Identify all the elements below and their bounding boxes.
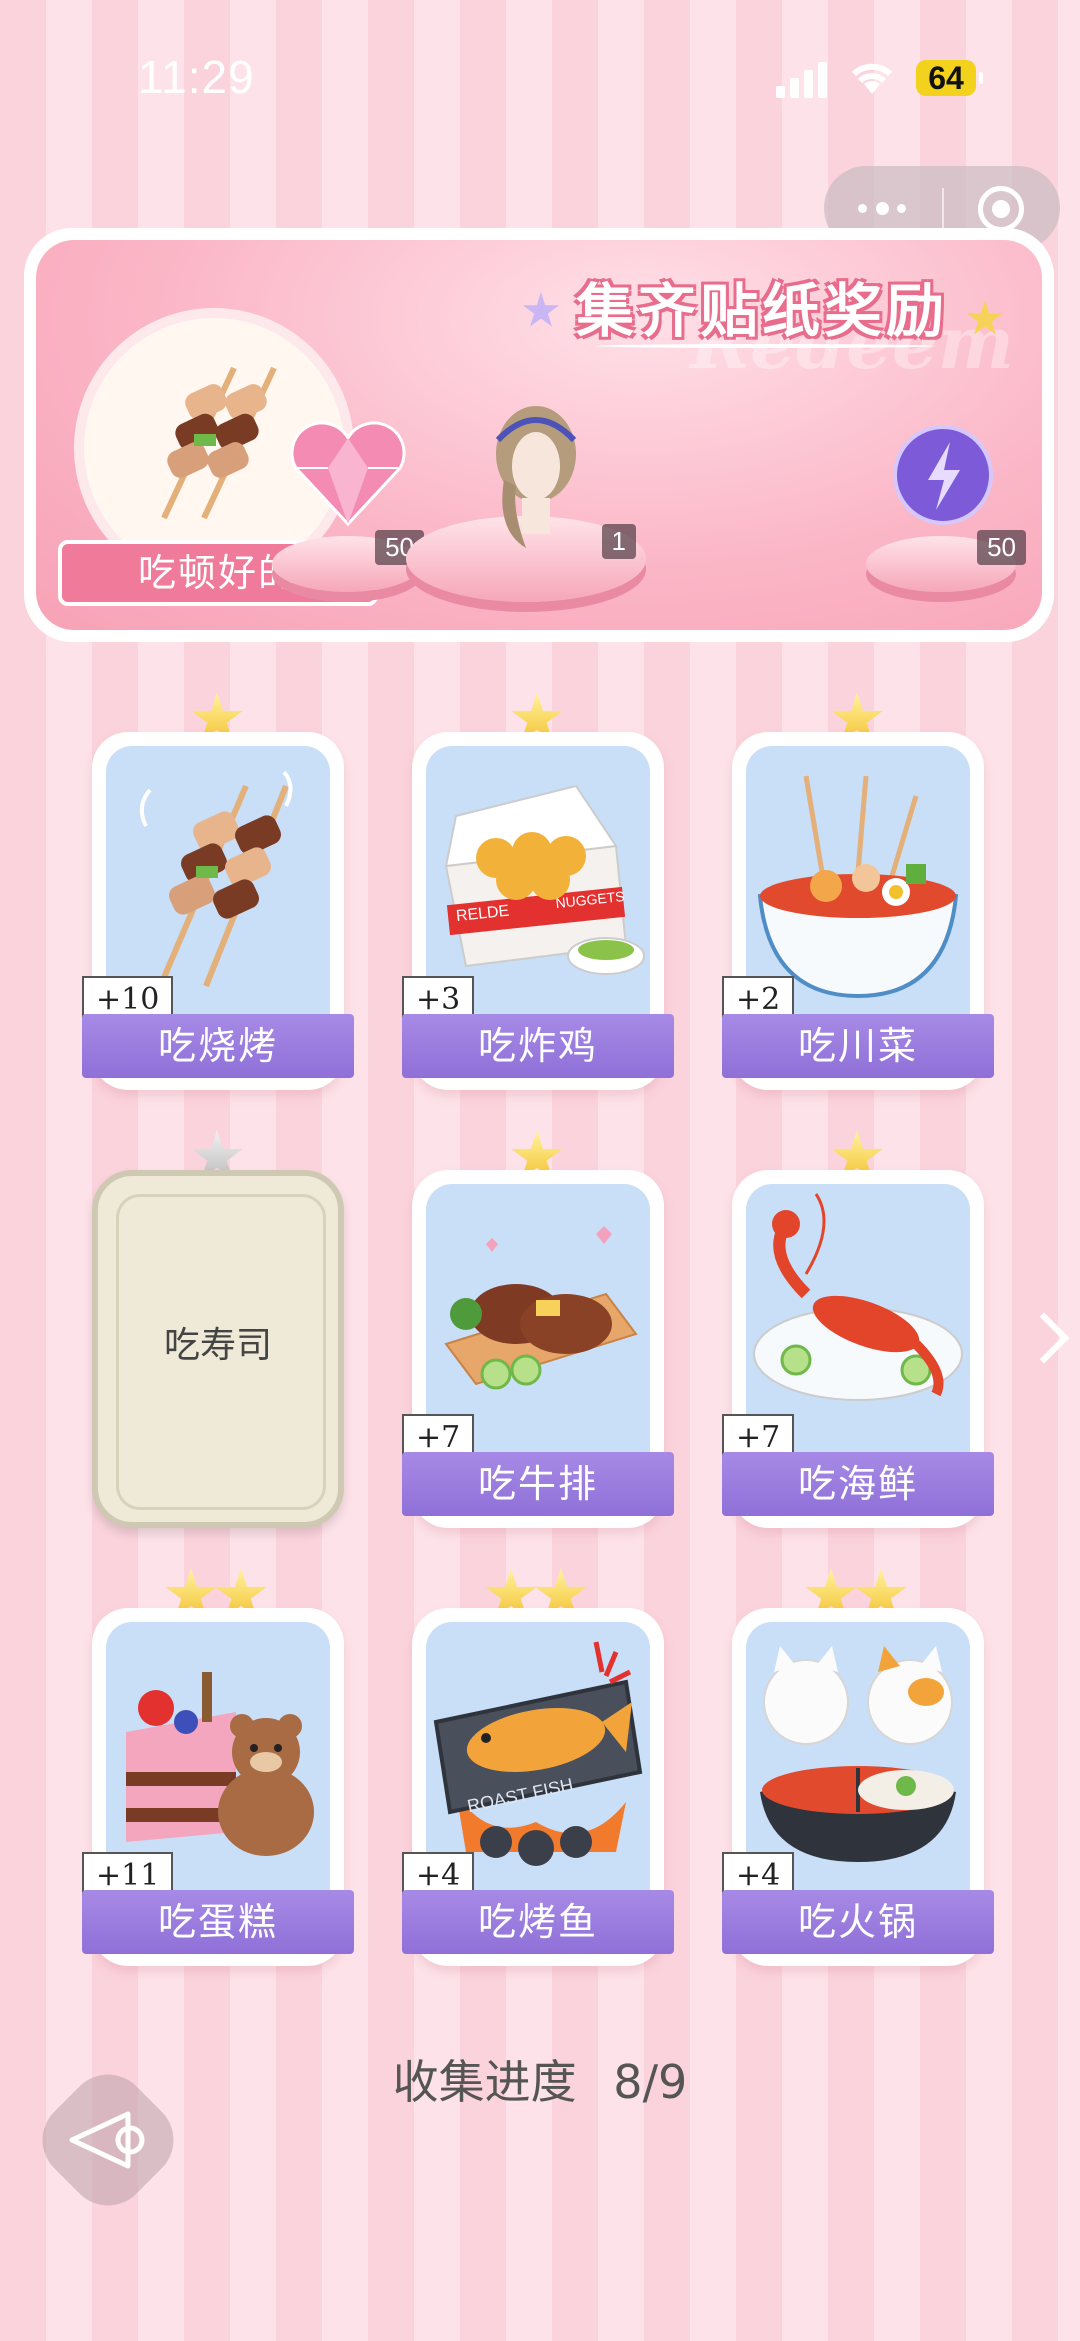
reward-item-3[interactable]: 50: [866, 420, 1026, 570]
skewers-icon: [139, 770, 293, 998]
title-dashed-underline: [596, 344, 936, 348]
reward-count: 1: [601, 524, 636, 559]
steak-icon: [444, 1226, 638, 1390]
card-label: 吃海鲜: [722, 1452, 994, 1516]
card-label: 吃烧烤: [82, 1014, 354, 1078]
roast-fish-icon: ROAST FISH: [433, 1641, 643, 1866]
star-icon: [522, 292, 560, 327]
heart-gem-icon: [290, 421, 406, 527]
banner-title: 集齐贴纸奖励: [576, 277, 949, 345]
energy-orb-icon: [893, 425, 993, 525]
reward-count: 50: [977, 530, 1026, 565]
reward-banner: Redeem 集齐贴纸奖励 吃顿好的 50 1 50: [24, 228, 1054, 642]
collection-progress: 收集进度 8/9: [0, 2046, 1080, 2112]
cake-icon: [126, 1672, 314, 1856]
hotpot-icon: [760, 1646, 956, 1862]
spicy-bowl-icon: [757, 775, 959, 999]
card-label: 吃牛排: [402, 1452, 674, 1516]
signal-icon: [776, 62, 830, 98]
target-icon: [978, 186, 1024, 232]
card-label: 吃烤鱼: [402, 1890, 674, 1954]
nuggets-icon: RELDE NUGGETS: [444, 784, 645, 975]
lobster-icon: [753, 1193, 963, 1401]
status-time: 11:29: [138, 51, 255, 103]
wifi-icon: [848, 56, 896, 96]
more-dots-icon: [858, 202, 908, 215]
progress-label: 收集进度: [392, 2055, 577, 2109]
card-label: 吃火锅: [722, 1890, 994, 1954]
next-page-arrow-icon[interactable]: [1018, 1312, 1070, 1364]
card-label: 吃炸鸡: [402, 1014, 674, 1078]
card-label: 吃蛋糕: [82, 1890, 354, 1954]
card-label: 吃川菜: [722, 1014, 994, 1078]
reward-item-2[interactable]: 1: [436, 400, 636, 580]
back-arrow-icon: [69, 2111, 145, 2169]
battery-indicator: 64: [916, 60, 983, 96]
reward-banner-panel: Redeem 集齐贴纸奖励 吃顿好的 50 1 50: [36, 240, 1042, 630]
reward-item-1[interactable]: 50: [274, 420, 424, 570]
progress-value: 8/9: [613, 2055, 688, 2109]
card-label: 吃寿司: [163, 1325, 272, 1366]
hair-accessory-icon: [495, 406, 577, 548]
